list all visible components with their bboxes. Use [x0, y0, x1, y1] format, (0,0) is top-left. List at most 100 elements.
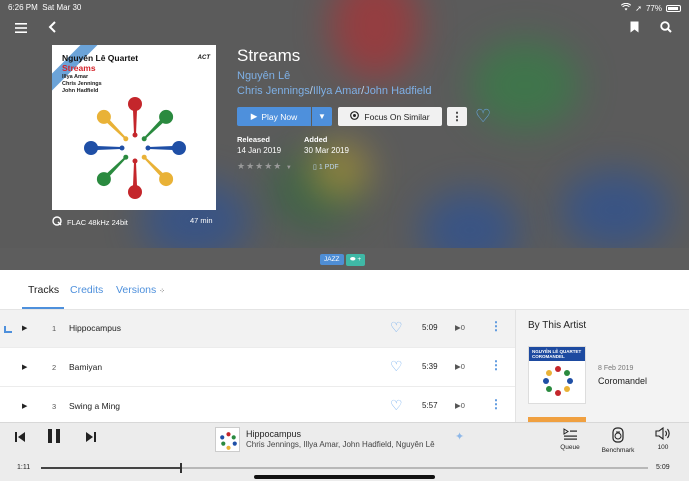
previous-track-button[interactable] — [15, 432, 26, 445]
play-count: ▶0 — [455, 401, 465, 410]
album-header: 6:26 PM Sat Mar 30 ➚ 77% Nguyên Lê Quart… — [0, 0, 689, 270]
related-album-title[interactable]: Coromandel — [598, 376, 647, 386]
released-date: 14 Jan 2019 — [237, 146, 282, 155]
previous-icon — [15, 432, 25, 442]
queue-button[interactable]: Queue — [556, 427, 584, 451]
tab-tracks[interactable]: Tracks — [28, 284, 59, 296]
next-icon — [86, 432, 96, 442]
track-more-icon[interactable]: ⋮ — [490, 319, 502, 333]
now-playing-indicator — [4, 326, 12, 333]
elapsed-time: 1:11 — [17, 464, 31, 471]
related-cover-artwork — [543, 366, 573, 396]
track-more-icon[interactable]: ⋮ — [490, 397, 502, 411]
track-more-icon[interactable]: ⋮ — [490, 358, 502, 372]
background-blur-blue — [560, 170, 670, 250]
cover-label: ACT — [197, 55, 210, 61]
menu-icon[interactable] — [15, 20, 27, 36]
next-track-button[interactable] — [86, 432, 97, 445]
chevron-down-icon[interactable]: ▼ — [286, 165, 293, 171]
album-duration: 47 min — [190, 216, 213, 225]
volume-button[interactable]: 100 — [651, 426, 675, 451]
radio-icon — [350, 111, 360, 122]
pause-icon — [48, 429, 60, 443]
album-cover[interactable]: Nguyên Lê Quartet Streams ACT Illya Amar… — [52, 45, 216, 210]
tab-bar: Tracks Credits Versions ⁘ — [0, 270, 689, 310]
track-number: 3 — [52, 402, 57, 411]
format-label: FLAC 48kHz 24bit — [67, 217, 128, 227]
tab-versions-label: Versions — [116, 284, 157, 296]
track-title[interactable]: Bamiyan — [69, 362, 102, 372]
track-row[interactable]: ▶ 1 Hippocampus ♡ 5:09 ▶0 ⋮ — [0, 310, 515, 348]
now-playing-title[interactable]: Hippocampus — [246, 429, 301, 439]
artist-links: Chris Jennings/Illya Amar/John Hadfield — [237, 85, 431, 97]
play-track-icon[interactable]: ▶ — [22, 324, 27, 332]
benchmark-label: Benchmark — [601, 447, 635, 454]
battery-icon — [666, 4, 681, 12]
related-album-date: 8 Feb 2019 — [598, 365, 634, 372]
artist-link[interactable]: John Hadfield — [364, 85, 431, 97]
play-track-icon[interactable]: ▶ — [22, 402, 27, 410]
focus-on-similar-button[interactable]: Focus On Similar — [338, 107, 442, 126]
track-row[interactable]: ▶ 3 Swing a Ming ♡ 5:57 ▶0 ⋮ — [0, 388, 515, 422]
related-album-cover[interactable]: NGUYÊN LÊ QUARTET COROMANDEL — [528, 346, 586, 404]
sparkle-icon[interactable]: ✦ — [455, 430, 464, 443]
pause-button[interactable] — [48, 429, 61, 447]
primary-artist-link[interactable]: Nguyên Lê — [237, 70, 290, 82]
tag-plus: + — [357, 256, 362, 263]
add-tag-button[interactable]: ⬬ + — [346, 254, 366, 266]
location-icon: ➚ — [635, 3, 642, 13]
search-icon[interactable] — [660, 20, 672, 36]
rating-stars[interactable]: ★★★★★ ▼ — [237, 161, 293, 172]
related-cover-header: NGUYÊN LÊ QUARTET COROMANDEL — [529, 347, 585, 361]
now-playing-bar: Hippocampus Chris Jennings, Illya Amar, … — [0, 422, 689, 481]
audio-format: FLAC 48kHz 24bit — [52, 216, 128, 228]
tab-versions[interactable]: Versions ⁘ — [116, 284, 165, 296]
now-playing-cover[interactable] — [215, 427, 240, 452]
play-icon: ▶ — [250, 111, 258, 121]
bookmark-icon[interactable] — [630, 20, 639, 36]
favorite-heart-icon[interactable]: ♡ — [390, 319, 403, 336]
play-count: ▶0 — [455, 362, 465, 371]
favorite-heart-icon[interactable]: ♡ — [390, 358, 403, 375]
progress-handle[interactable] — [179, 463, 182, 473]
play-count-value: 0 — [460, 323, 465, 332]
star-icons[interactable]: ★★★★★ — [237, 161, 282, 171]
battery-percent: 77% — [645, 3, 662, 13]
benchmark-button[interactable]: Benchmark — [597, 427, 639, 454]
play-now-button[interactable]: ▶ Play Now — [237, 107, 311, 126]
track-title[interactable]: Hippocampus — [69, 323, 121, 333]
play-options-dropdown[interactable]: ▼ — [312, 107, 332, 126]
favorite-heart-icon[interactable]: ♡ — [390, 397, 403, 414]
track-row[interactable]: ▶ 2 Bamiyan ♡ 5:39 ▶0 ⋮ — [0, 349, 515, 387]
status-bar: 6:26 PM Sat Mar 30 ➚ 77% — [0, 0, 689, 14]
chevron-down-icon: ▼ — [318, 112, 326, 121]
now-playing-artists[interactable]: Chris Jennings, Illya Amar, John Hadfiel… — [246, 440, 435, 449]
versions-icon: ⁘ — [159, 288, 166, 295]
track-duration: 5:57 — [422, 401, 438, 410]
progress-slider[interactable] — [41, 463, 648, 473]
artist-link[interactable]: Illya Amar — [313, 85, 361, 97]
related-cover-title: COROMANDEL — [532, 354, 565, 359]
status-time: 6:26 PM — [8, 3, 38, 12]
speaker-icon — [597, 427, 639, 447]
cover-title: Streams — [62, 63, 96, 73]
total-time: 5:09 — [656, 464, 670, 471]
track-title[interactable]: Swing a Ming — [69, 401, 120, 411]
artist-link[interactable]: Chris Jennings — [237, 85, 310, 97]
track-list: ▶ 1 Hippocampus ♡ 5:09 ▶0 ⋮ ▶ 2 Bamiyan … — [0, 310, 515, 422]
play-count-value: 0 — [460, 401, 465, 410]
genre-badge[interactable]: JAZZ — [320, 254, 344, 265]
track-duration: 5:39 — [422, 362, 438, 371]
pdf-link[interactable]: ▯ 1 PDF — [313, 163, 339, 171]
back-icon[interactable] — [48, 20, 57, 36]
play-track-icon[interactable]: ▶ — [22, 363, 27, 371]
favorite-heart-icon[interactable]: ♡ — [475, 107, 491, 125]
focus-on-similar-label: Focus On Similar — [364, 111, 430, 122]
track-number: 2 — [52, 363, 57, 372]
tab-credits[interactable]: Credits — [70, 284, 103, 296]
more-vertical-icon: ⋮ — [451, 111, 463, 123]
cover-musician: Illya Amar — [62, 74, 89, 80]
tag-icon: ⬬ — [350, 256, 356, 263]
home-indicator[interactable] — [254, 475, 435, 479]
more-options-button[interactable]: ⋮ — [447, 107, 467, 126]
